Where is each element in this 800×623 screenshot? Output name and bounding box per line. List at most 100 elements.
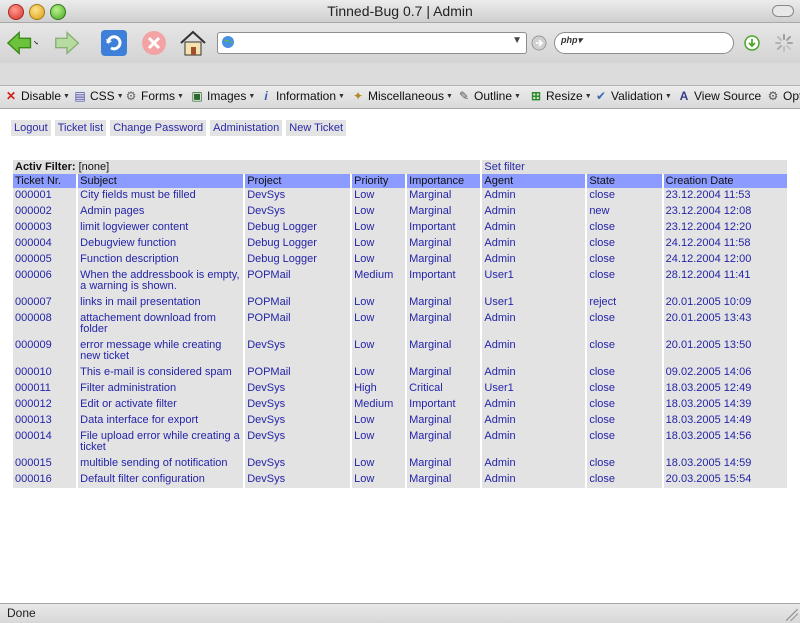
table-cell[interactable]: DevSys — [245, 472, 351, 488]
home-button[interactable] — [177, 27, 209, 59]
table-cell[interactable]: Low — [352, 236, 406, 252]
table-row[interactable]: 000005 Function description Debug Logger Lo… — [13, 252, 787, 268]
table-cell[interactable]: 20.01.2005 13:43 — [663, 311, 787, 338]
table-cell[interactable]: Important — [407, 268, 481, 295]
table-cell[interactable]: 18.03.2005 14:49 — [663, 413, 787, 429]
table-cell[interactable]: close — [587, 188, 662, 204]
table-cell[interactable]: Low — [352, 252, 406, 268]
table-cell[interactable]: Admin — [482, 397, 586, 413]
table-cell[interactable]: 000016 — [13, 472, 77, 488]
table-cell[interactable]: DevSys — [245, 397, 351, 413]
table-row[interactable]: 000012 Edit or activate filter DevSys Mediu… — [13, 397, 787, 413]
table-cell[interactable]: Marginal — [407, 188, 481, 204]
table-cell[interactable]: 24.12.2004 11:58 — [663, 236, 787, 252]
table-cell[interactable]: 23.12.2004 11:53 — [663, 188, 787, 204]
table-cell[interactable]: This e-mail is considered spam — [78, 365, 244, 381]
forward-button[interactable] — [52, 27, 84, 59]
table-row[interactable]: 000010 This e-mail is considered spam POPM… — [13, 365, 787, 381]
table-cell[interactable]: 000004 — [13, 236, 77, 252]
table-cell[interactable]: 000003 — [13, 220, 77, 236]
column-header[interactable]: Subject — [78, 174, 244, 188]
table-cell[interactable]: attachement download from folder — [78, 311, 244, 338]
zoom-window-button[interactable] — [50, 4, 66, 20]
devbar-view-source[interactable]: A View Source — [677, 89, 762, 103]
table-cell[interactable]: DevSys — [245, 429, 351, 456]
go-icon[interactable] — [531, 35, 547, 51]
table-cell[interactable]: 18.03.2005 14:59 — [663, 456, 787, 472]
table-cell[interactable]: Admin — [482, 338, 586, 365]
table-cell[interactable]: error message while creating new ticket — [78, 338, 244, 365]
table-row[interactable]: 000001 City fields must be filled DevSys Lo… — [13, 188, 787, 204]
table-cell[interactable]: Admin pages — [78, 204, 244, 220]
devbar-forms[interactable]: ⚙ Forms ▼ — [124, 89, 184, 103]
table-cell[interactable]: Low — [352, 413, 406, 429]
table-cell[interactable]: 000002 — [13, 204, 77, 220]
table-cell[interactable]: 20.01.2005 10:09 — [663, 295, 787, 311]
devbar-resize[interactable]: ⊞ Resize ▼ — [529, 89, 592, 103]
table-cell[interactable]: City fields must be filled — [78, 188, 244, 204]
close-window-button[interactable] — [8, 4, 24, 20]
table-cell[interactable]: DevSys — [245, 188, 351, 204]
table-cell[interactable]: close — [587, 220, 662, 236]
table-cell[interactable]: POPMail — [245, 311, 351, 338]
table-cell[interactable]: 23.12.2004 12:08 — [663, 204, 787, 220]
url-input[interactable] — [238, 34, 502, 52]
table-cell[interactable]: Low — [352, 188, 406, 204]
table-cell[interactable]: Marginal — [407, 311, 481, 338]
table-cell[interactable]: 000006 — [13, 268, 77, 295]
devbar-images[interactable]: ▣ Images ▼ — [190, 89, 255, 103]
table-cell[interactable]: Admin — [482, 311, 586, 338]
table-cell[interactable]: 000008 — [13, 311, 77, 338]
table-cell[interactable]: close — [587, 429, 662, 456]
table-cell[interactable]: Admin — [482, 429, 586, 456]
table-cell[interactable]: close — [587, 365, 662, 381]
table-cell[interactable]: close — [587, 311, 662, 338]
table-cell[interactable]: User1 — [482, 268, 586, 295]
table-cell[interactable]: Debugview function — [78, 236, 244, 252]
table-cell[interactable]: Marginal — [407, 472, 481, 488]
table-cell[interactable]: 23.12.2004 12:20 — [663, 220, 787, 236]
table-cell[interactable]: Debug Logger — [245, 252, 351, 268]
table-cell[interactable]: close — [587, 456, 662, 472]
search-bar[interactable]: php▾ — [554, 32, 734, 54]
table-cell[interactable]: close — [587, 397, 662, 413]
table-cell[interactable]: 18.03.2005 12:49 — [663, 381, 787, 397]
table-cell[interactable]: Default filter configuration — [78, 472, 244, 488]
table-cell[interactable]: Marginal — [407, 252, 481, 268]
table-cell[interactable]: Debug Logger — [245, 236, 351, 252]
table-cell[interactable]: multible sending of notification — [78, 456, 244, 472]
table-row[interactable]: 000013 Data interface for export DevSys Low… — [13, 413, 787, 429]
table-cell[interactable]: new — [587, 204, 662, 220]
table-cell[interactable]: Admin — [482, 365, 586, 381]
url-bar[interactable]: ▼ — [217, 32, 527, 54]
table-cell[interactable]: DevSys — [245, 456, 351, 472]
table-row[interactable]: 000014 File upload error while creating a… — [13, 429, 787, 456]
table-cell[interactable]: close — [587, 413, 662, 429]
table-cell[interactable]: 000013 — [13, 413, 77, 429]
table-cell[interactable]: 000007 — [13, 295, 77, 311]
table-cell[interactable]: 000015 — [13, 456, 77, 472]
table-row[interactable]: 000009 error message while creating new t… — [13, 338, 787, 365]
toolbar-toggle-button[interactable] — [772, 5, 794, 17]
table-cell[interactable]: Marginal — [407, 413, 481, 429]
table-cell[interactable]: DevSys — [245, 381, 351, 397]
devbar-options[interactable]: ⚙ Opt — [766, 89, 800, 103]
table-cell[interactable]: 18.03.2005 14:56 — [663, 429, 787, 456]
table-cell[interactable]: Marginal — [407, 456, 481, 472]
table-cell[interactable]: File upload error while creating a ticke… — [78, 429, 244, 456]
table-cell[interactable]: Low — [352, 220, 406, 236]
table-row[interactable]: 000006 When the addressbook is empty, a w… — [13, 268, 787, 295]
stop-button[interactable] — [138, 27, 170, 59]
download-icon[interactable] — [744, 35, 760, 51]
table-row[interactable]: 000011 Filter administration DevSys High Cri… — [13, 381, 787, 397]
table-cell[interactable]: 000001 — [13, 188, 77, 204]
table-cell[interactable]: 28.12.2004 11:41 — [663, 268, 787, 295]
logout-link[interactable]: Logout — [11, 120, 51, 136]
table-cell[interactable]: Admin — [482, 236, 586, 252]
table-cell[interactable]: Low — [352, 365, 406, 381]
table-cell[interactable]: Low — [352, 204, 406, 220]
table-cell[interactable]: High — [352, 381, 406, 397]
minimize-window-button[interactable] — [29, 4, 45, 20]
table-row[interactable]: 000015 multible sending of notification De… — [13, 456, 787, 472]
table-cell[interactable]: Marginal — [407, 365, 481, 381]
